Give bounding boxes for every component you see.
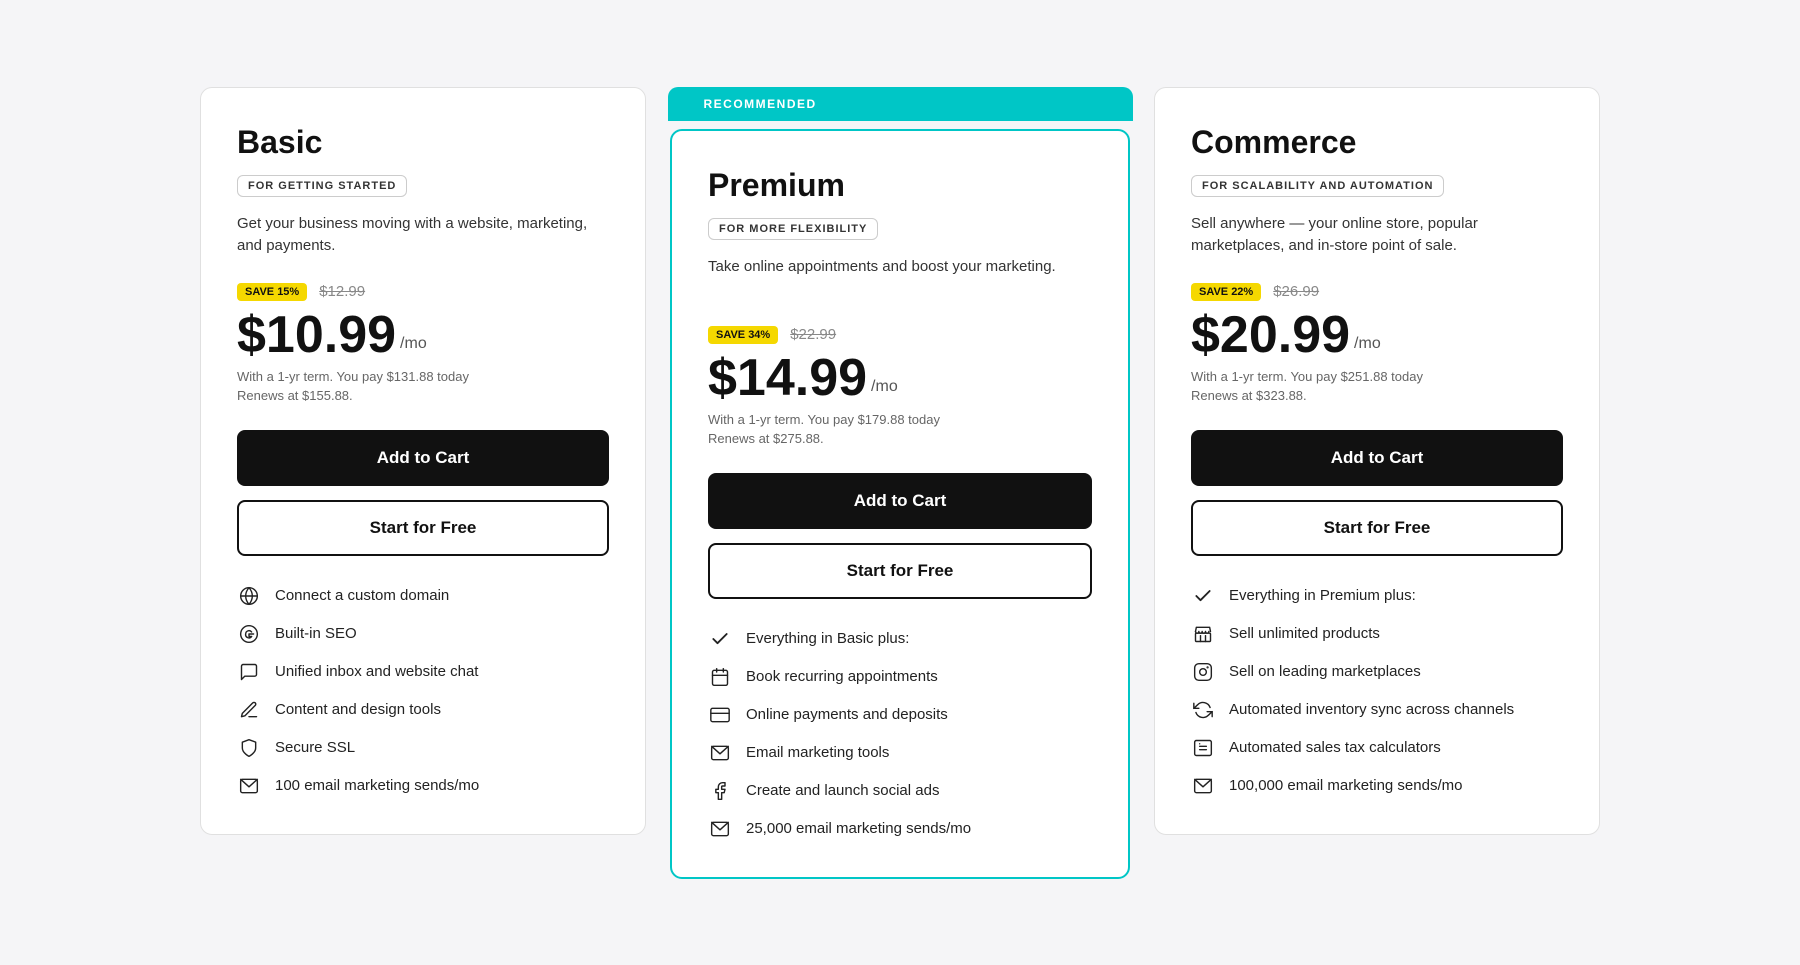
shield-icon (237, 736, 261, 760)
price-main: $10.99/mo (237, 309, 609, 361)
plan-tag: FOR MORE FLEXIBILITY (708, 218, 878, 240)
feature-text: Automated sales tax calculators (1229, 739, 1441, 756)
feature-item: 25,000 email marketing sends/mo (708, 817, 1092, 841)
original-price: $12.99 (319, 283, 365, 300)
check-icon (1191, 584, 1215, 608)
feature-text: Everything in Premium plus: (1229, 587, 1416, 604)
price-row: SAVE 15% $12.99 (237, 283, 609, 301)
start-for-free-button-commerce[interactable]: Start for Free (1191, 500, 1563, 556)
feature-text: Sell on leading marketplaces (1229, 663, 1421, 680)
feature-item: Everything in Premium plus: (1191, 584, 1563, 608)
feature-text: Connect a custom domain (275, 587, 449, 604)
price-dollar: $10.99 (237, 309, 396, 361)
price-note: With a 1-yr term. You pay $179.88 todayR… (708, 410, 1092, 449)
card-icon (708, 703, 732, 727)
email-icon (237, 774, 261, 798)
feature-text: Automated inventory sync across channels (1229, 701, 1514, 718)
price-mo: /mo (871, 378, 898, 396)
features-list: Everything in Basic plus: Book recurring … (708, 627, 1092, 841)
add-to-cart-button-basic[interactable]: Add to Cart (237, 430, 609, 486)
feature-item: Online payments and deposits (708, 703, 1092, 727)
check-icon (708, 627, 732, 651)
plan-card-premium: Premium FOR MORE FLEXIBILITY Take online a… (670, 129, 1130, 879)
feature-text: Email marketing tools (746, 744, 889, 761)
feature-item: Automated inventory sync across channels (1191, 698, 1563, 722)
feature-item: Create and launch social ads (708, 779, 1092, 803)
plan-tag: FOR SCALABILITY AND AUTOMATION (1191, 175, 1444, 197)
price-note: With a 1-yr term. You pay $131.88 todayR… (237, 367, 609, 406)
features-list: Everything in Premium plus: Sell unlimite… (1191, 584, 1563, 798)
original-price: $22.99 (790, 326, 836, 343)
price-mo: /mo (400, 335, 427, 353)
save-badge: SAVE 22% (1191, 283, 1261, 301)
feature-text: 100 email marketing sends/mo (275, 777, 479, 794)
feature-item: Unified inbox and website chat (237, 660, 609, 684)
feature-text: Built-in SEO (275, 625, 357, 642)
feature-text: Book recurring appointments (746, 668, 938, 685)
start-for-free-button-basic[interactable]: Start for Free (237, 500, 609, 556)
plan-description: Sell anywhere — your online store, popul… (1191, 213, 1563, 261)
price-dollar: $14.99 (708, 352, 867, 404)
feature-text: Online payments and deposits (746, 706, 948, 723)
feature-item: Sell on leading marketplaces (1191, 660, 1563, 684)
feature-text: Secure SSL (275, 739, 355, 756)
save-badge: SAVE 34% (708, 326, 778, 344)
email-icon (708, 817, 732, 841)
sync-icon (1191, 698, 1215, 722)
plan-name: Premium (708, 167, 1092, 204)
feature-item: Sell unlimited products (1191, 622, 1563, 646)
feature-item: Built-in SEO (237, 622, 609, 646)
store-icon (1191, 622, 1215, 646)
price-note: With a 1-yr term. You pay $251.88 todayR… (1191, 367, 1563, 406)
globe-icon (237, 584, 261, 608)
recommended-badge: RECOMMENDED (668, 87, 1133, 121)
plan-description: Take online appointments and boost your … (708, 256, 1092, 304)
calendar-icon (708, 665, 732, 689)
feature-item: Email marketing tools (708, 741, 1092, 765)
plan-tag: FOR GETTING STARTED (237, 175, 407, 197)
chat-icon (237, 660, 261, 684)
email-icon (708, 741, 732, 765)
price-row: SAVE 34% $22.99 (708, 326, 1092, 344)
feature-text: Unified inbox and website chat (275, 663, 478, 680)
facebook-icon (708, 779, 732, 803)
add-to-cart-button-commerce[interactable]: Add to Cart (1191, 430, 1563, 486)
design-icon (237, 698, 261, 722)
price-main: $20.99/mo (1191, 309, 1563, 361)
email-icon (1191, 774, 1215, 798)
feature-text: Sell unlimited products (1229, 625, 1380, 642)
recommended-wrapper: RECOMMENDEDPremiumFOR MORE FLEXIBILITYTa… (670, 129, 1130, 879)
plan-name: Commerce (1191, 124, 1563, 161)
feature-item: Connect a custom domain (237, 584, 609, 608)
plan-card-basic: Basic FOR GETTING STARTED Get your busines… (200, 87, 646, 835)
features-list: Connect a custom domain Built-in SEO Unifi… (237, 584, 609, 798)
price-row: SAVE 22% $26.99 (1191, 283, 1563, 301)
price-mo: /mo (1354, 335, 1381, 353)
feature-item: Book recurring appointments (708, 665, 1092, 689)
price-main: $14.99/mo (708, 352, 1092, 404)
save-badge: SAVE 15% (237, 283, 307, 301)
google-icon (237, 622, 261, 646)
feature-item: 100 email marketing sends/mo (237, 774, 609, 798)
plan-description: Get your business moving with a website,… (237, 213, 609, 261)
feature-text: Content and design tools (275, 701, 441, 718)
plan-name: Basic (237, 124, 609, 161)
tax-icon (1191, 736, 1215, 760)
feature-item: 100,000 email marketing sends/mo (1191, 774, 1563, 798)
feature-item: Everything in Basic plus: (708, 627, 1092, 651)
feature-item: Automated sales tax calculators (1191, 736, 1563, 760)
original-price: $26.99 (1273, 283, 1319, 300)
feature-text: Everything in Basic plus: (746, 630, 909, 647)
pricing-container: Basic FOR GETTING STARTED Get your busines… (200, 87, 1600, 879)
price-dollar: $20.99 (1191, 309, 1350, 361)
feature-text: 100,000 email marketing sends/mo (1229, 777, 1462, 794)
start-for-free-button-premium[interactable]: Start for Free (708, 543, 1092, 599)
feature-item: Secure SSL (237, 736, 609, 760)
add-to-cart-button-premium[interactable]: Add to Cart (708, 473, 1092, 529)
feature-text: 25,000 email marketing sends/mo (746, 820, 971, 837)
feature-text: Create and launch social ads (746, 782, 939, 799)
feature-item: Content and design tools (237, 698, 609, 722)
plan-card-commerce: Commerce FOR SCALABILITY AND AUTOMATION Se… (1154, 87, 1600, 835)
instagram-icon (1191, 660, 1215, 684)
